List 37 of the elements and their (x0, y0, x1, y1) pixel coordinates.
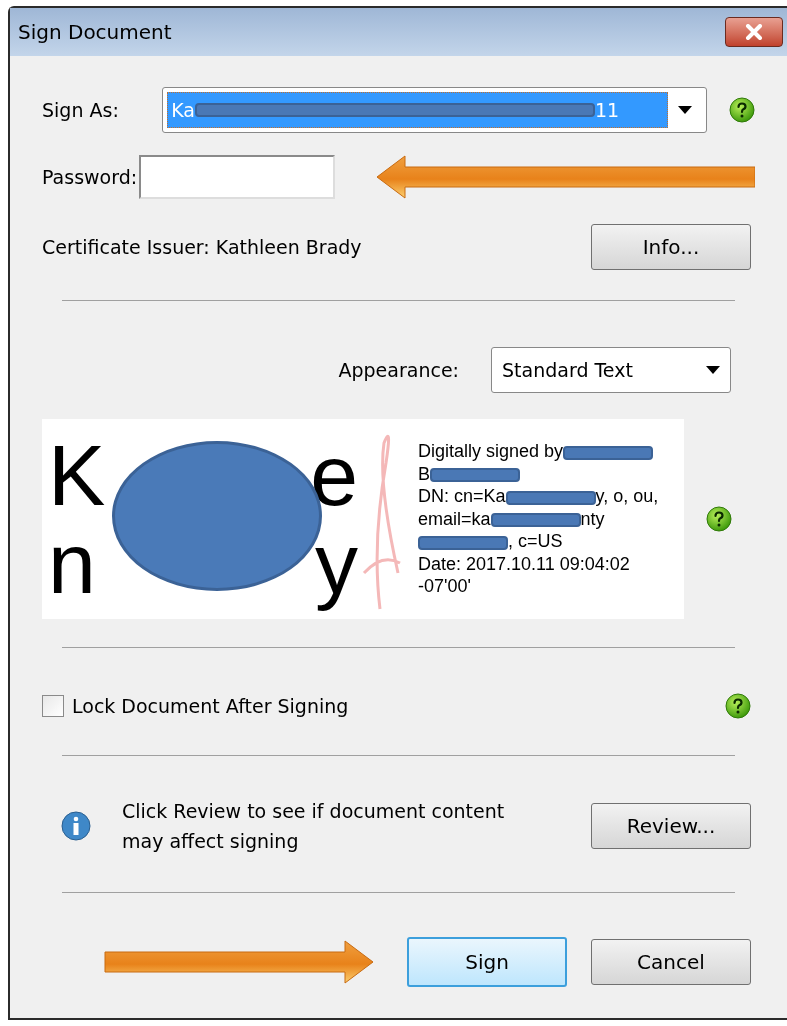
text-fragment: Digitally signed by (418, 441, 564, 462)
appearance-label: Appearance: (338, 357, 459, 383)
text-fragment: -07'00' (418, 576, 471, 597)
dialog-button[interactable]: Sign (407, 936, 567, 987)
help-icon[interactable] (729, 97, 755, 123)
text-fragment: 11 (594, 97, 620, 123)
text-fragment: DN: cn=Ka (418, 486, 506, 507)
left-arrow-icon (375, 154, 755, 200)
text-fragment: Date: 2017.10.11 09:04:02 (418, 553, 630, 574)
help-icon[interactable] (706, 506, 732, 532)
info-icon (60, 809, 92, 842)
right-arrow-icon (103, 938, 375, 985)
help-icon[interactable] (725, 693, 751, 720)
sign-as-label: Sign As: (42, 97, 120, 123)
certificate-issuer: Certificate Issuer: Kathleen Brady (42, 234, 362, 260)
text-fragment: , c=US (508, 531, 563, 552)
window-title: Sign Document (18, 19, 172, 46)
signature-name-fragment: K (48, 431, 106, 519)
info-button[interactable]: Info... (591, 224, 751, 270)
dropdown-caret-icon (706, 366, 720, 374)
text-fragment: Ka (171, 97, 195, 123)
lock-checkbox[interactable] (42, 695, 64, 718)
dropdown-caret-icon (678, 106, 692, 114)
review-message: Click Review to see if document content may affect signing (122, 798, 506, 854)
dialog-button[interactable]: Cancel (591, 938, 751, 985)
appearance-dropdown[interactable]: Standard Text (491, 347, 731, 393)
close-icon (745, 24, 763, 40)
password-field[interactable] (139, 155, 335, 199)
review-button[interactable]: Review... (591, 802, 751, 849)
signature-name-fragment: e (310, 431, 358, 519)
text-fragment: email=ka (418, 508, 491, 529)
close-button[interactable] (725, 17, 783, 47)
password-label: Password: (42, 164, 139, 190)
signature-name-fragment: n (48, 519, 96, 607)
text-fragment: B (418, 463, 430, 484)
lock-label: Lock Document After Signing (72, 694, 349, 719)
text-fragment: nty (580, 508, 605, 529)
